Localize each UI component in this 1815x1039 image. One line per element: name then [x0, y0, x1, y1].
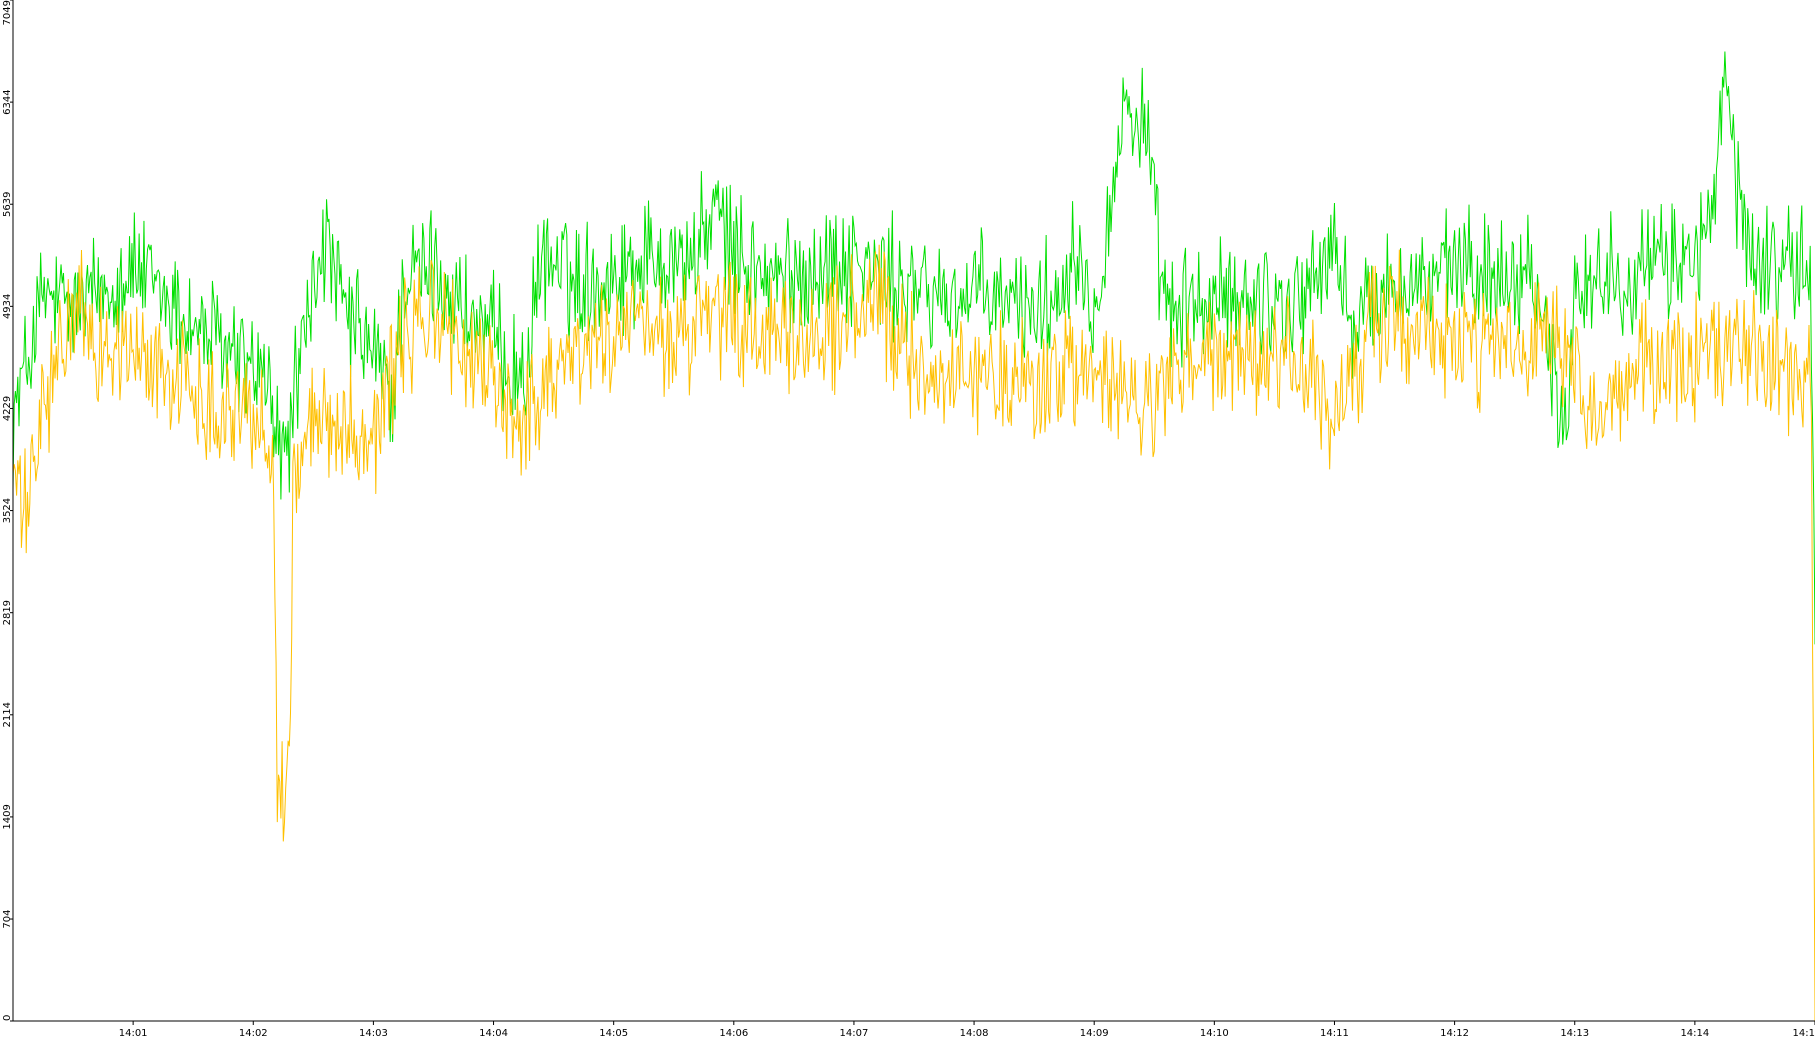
- x-tick-label: 14:11: [1320, 1028, 1349, 1039]
- chart-svg: 0 704 1409 2114 2819 3524 4229 4934 5639 6344 7049…: [2, 0, 1815, 1039]
- plot-background: [13, 0, 1815, 1021]
- x-tick-label: 14:04: [479, 1028, 508, 1039]
- y-tick-label: 1409: [2, 804, 13, 829]
- x-tick-label: 14:14: [1680, 1028, 1709, 1039]
- y-tick-label: 0: [2, 1015, 13, 1021]
- y-tick-label: 4229: [2, 396, 13, 421]
- y-tick-label: 2819: [2, 600, 13, 625]
- y-tick-label: 4934: [2, 294, 13, 319]
- x-tick-label: 14:05: [599, 1028, 628, 1039]
- x-tick-label: 14:08: [960, 1028, 989, 1039]
- x-axis-ticks: 14:01 14:02 14:03 14:04 14:05 14:06 14:07 14:08…: [119, 1021, 1815, 1039]
- x-tick-label: 14:10: [1200, 1028, 1229, 1039]
- y-tick-label: 2114: [2, 702, 13, 727]
- x-tick-label: 14:02: [239, 1028, 268, 1039]
- y-tick-label: 704: [2, 909, 13, 928]
- y-tick-label: 5639: [2, 192, 13, 217]
- x-tick-label: 14:09: [1080, 1028, 1109, 1039]
- x-tick-label: 14:03: [359, 1028, 388, 1039]
- x-tick-label: 14:01: [119, 1028, 148, 1039]
- y-tick-label: 7049: [2, 0, 13, 25]
- x-tick-label: 14:1: [1793, 1028, 1815, 1039]
- x-tick-label: 14:12: [1440, 1028, 1469, 1039]
- y-tick-label: 3524: [2, 498, 13, 523]
- y-axis-ticks: 0 704 1409 2114 2819 3524 4229 4934 5639 6344 7049: [2, 0, 13, 1022]
- y-tick-label: 6344: [2, 89, 13, 114]
- x-tick-label: 14:07: [840, 1028, 869, 1039]
- x-tick-label: 14:13: [1560, 1028, 1589, 1039]
- x-tick-label: 14:06: [719, 1028, 748, 1039]
